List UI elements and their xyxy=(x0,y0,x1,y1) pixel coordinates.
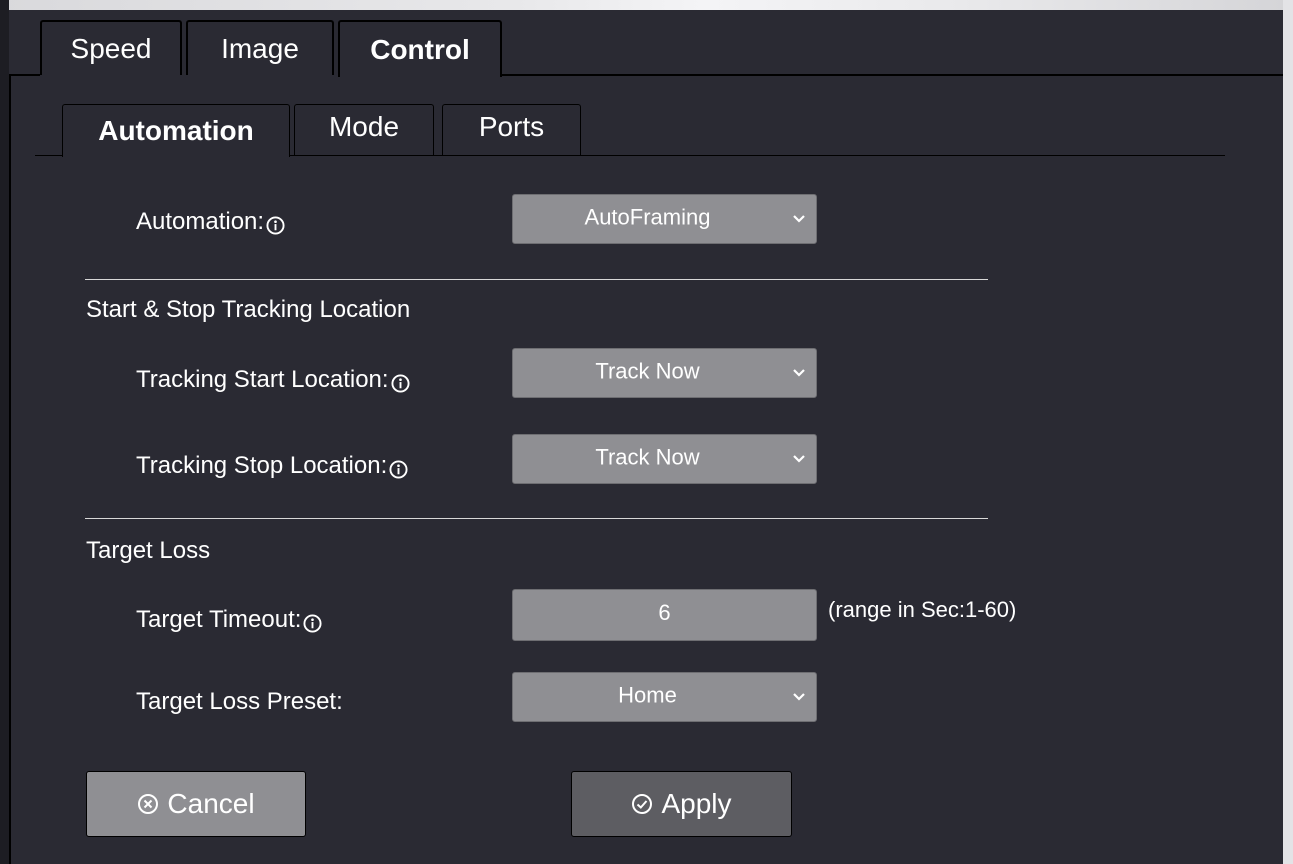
target-loss-preset-select[interactable]: Home xyxy=(512,672,817,722)
top-strip xyxy=(0,0,1283,10)
tab-speed[interactable]: Speed xyxy=(40,20,182,75)
section-divider xyxy=(85,279,988,280)
cancel-button[interactable]: Cancel xyxy=(86,771,306,837)
tracking-stop-label: Tracking Stop Location: xyxy=(136,452,408,480)
tab-label: Image xyxy=(221,32,299,64)
target-timeout-label: Target Timeout: xyxy=(136,606,322,634)
target-timeout-value: 6 xyxy=(658,600,671,625)
tab-bar-line xyxy=(9,74,40,76)
automation-select-value: AutoFraming xyxy=(584,204,711,230)
subtab-ports[interactable]: Ports xyxy=(442,104,581,156)
tracking-section-title: Start & Stop Tracking Location xyxy=(86,296,411,323)
tracking-stop-value: Track Now xyxy=(595,444,700,470)
tracking-start-label: Tracking Start Location: xyxy=(136,366,410,394)
settings-panel: Speed Image Control Automation Mode Port… xyxy=(0,0,1293,864)
tab-label: Speed xyxy=(70,32,152,64)
target-loss-preset-value: Home xyxy=(618,682,677,708)
cancel-button-label: Cancel xyxy=(167,788,255,819)
chevron-down-icon xyxy=(793,693,805,701)
tab-label: Control xyxy=(370,33,470,65)
cancel-circle-icon xyxy=(138,794,159,814)
panel-border xyxy=(9,74,11,864)
target-timeout-range-hint: (range in Sec:1-60) xyxy=(828,597,1017,622)
chevron-down-icon xyxy=(793,369,805,377)
target-loss-preset-label: Target Loss Preset: xyxy=(136,688,343,715)
tracking-stop-select[interactable]: Track Now xyxy=(512,434,817,484)
automation-select[interactable]: AutoFraming xyxy=(512,194,817,244)
info-icon[interactable] xyxy=(391,373,410,393)
subtab-bar-line xyxy=(35,155,62,156)
info-icon[interactable] xyxy=(389,459,408,479)
subtab-bar-line xyxy=(290,155,1225,156)
tab-control[interactable]: Control xyxy=(338,20,502,77)
target-timeout-input[interactable]: 6 xyxy=(512,589,817,641)
subtab-label: Mode xyxy=(328,111,400,142)
target-loss-section-title: Target Loss xyxy=(86,537,211,564)
info-icon[interactable] xyxy=(266,215,285,235)
tracking-start-select[interactable]: Track Now xyxy=(512,348,817,398)
apply-button[interactable]: Apply xyxy=(571,771,792,837)
subtab-label: Ports xyxy=(478,111,545,142)
info-icon[interactable] xyxy=(303,613,322,633)
subtab-label: Automation xyxy=(98,115,254,146)
tab-image[interactable]: Image xyxy=(186,20,334,75)
section-divider xyxy=(85,518,988,519)
subtab-automation[interactable]: Automation xyxy=(62,104,290,157)
chevron-down-icon xyxy=(793,215,805,223)
apply-button-label: Apply xyxy=(661,788,732,819)
tab-bar-line xyxy=(500,74,1283,76)
left-edge xyxy=(0,0,9,864)
check-circle-icon xyxy=(632,794,653,814)
subtab-mode[interactable]: Mode xyxy=(294,104,434,156)
right-edge xyxy=(1283,0,1293,864)
chevron-down-icon xyxy=(793,455,805,463)
tracking-start-value: Track Now xyxy=(595,358,700,384)
automation-label: Automation: xyxy=(136,208,285,236)
